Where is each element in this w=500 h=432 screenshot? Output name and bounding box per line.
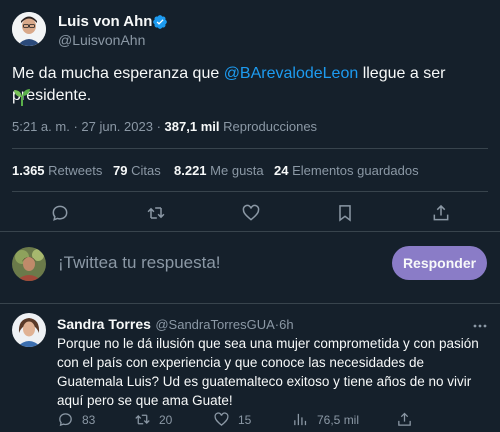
reply-retweets-count: 20 <box>159 412 173 427</box>
verified-badge-icon <box>152 14 168 30</box>
retweets-stat[interactable]: 1.365 Retweets <box>12 163 102 178</box>
reply-retweet-action[interactable]: 20 <box>134 411 172 428</box>
reply-author-name[interactable]: Sandra Torres <box>57 316 151 332</box>
divider <box>0 231 500 232</box>
reply-icon <box>59 413 72 427</box>
reply-views-action[interactable]: 76,5 mil <box>292 411 359 428</box>
views-label: Reproducciones <box>223 119 318 134</box>
reply-input[interactable]: ¡Twittea tu respuesta! <box>58 253 221 273</box>
share-icon <box>398 412 411 426</box>
author-name[interactable]: Luis von Ahn <box>58 13 152 30</box>
retweet-icon <box>135 414 150 425</box>
author-avatar[interactable] <box>12 12 46 46</box>
views-count: 387,1 mil <box>164 119 220 134</box>
likes-stat[interactable]: 8.221 Me gusta <box>174 163 264 178</box>
like-icon[interactable] <box>241 203 261 223</box>
retweet-icon[interactable] <box>146 203 166 223</box>
reply-like-action[interactable]: 15 <box>213 411 251 428</box>
likes-label: Me gusta <box>210 163 264 178</box>
reply-share-action[interactable] <box>396 411 413 428</box>
bookmark-icon[interactable] <box>335 203 355 223</box>
quotes-stat[interactable]: 79 Citas <box>113 163 161 178</box>
author-handle[interactable]: @LuisvonAhn <box>58 32 145 48</box>
bookmarks-count: 24 <box>274 163 289 178</box>
quotes-label: Citas <box>131 163 161 178</box>
tweet-date[interactable]: 27 jun. 2023 <box>81 119 153 134</box>
bookmarks-label: Elementos guardados <box>292 163 419 178</box>
share-icon[interactable] <box>431 203 451 223</box>
tweet-text-start: Me da mucha esperanza que <box>12 65 224 82</box>
quotes-count: 79 <box>113 163 128 178</box>
reply-icon[interactable] <box>50 203 70 223</box>
reply-header: Sandra Torres @SandraTorresGUA·6h <box>57 316 294 334</box>
likes-count: 8.221 <box>174 163 207 178</box>
reply-author-handle[interactable]: @SandraTorresGUA <box>155 317 274 332</box>
seedling-emoji <box>12 87 32 107</box>
meta-separator: · <box>156 119 165 134</box>
divider <box>0 303 500 304</box>
retweets-count: 1.365 <box>12 163 45 178</box>
divider <box>12 191 488 192</box>
mention-link[interactable]: @BArevalodeLeon <box>224 65 359 82</box>
tweet-text: Me da mucha esperanza que @BArevalodeLeo… <box>12 63 492 107</box>
reply-text: Porque no le dá ilusión que sea una muje… <box>57 336 479 408</box>
user-avatar[interactable] <box>12 247 46 281</box>
like-icon <box>214 412 229 426</box>
reply-likes-count: 15 <box>238 412 252 427</box>
tweet-meta: 5:21 a. m. · 27 jun. 2023 · 387,1 mil Re… <box>12 119 317 134</box>
reply-replies-count: 83 <box>82 412 96 427</box>
reply-button[interactable]: Responder <box>392 246 487 280</box>
bookmarks-stat[interactable]: 24 Elementos guardados <box>274 163 419 178</box>
reply-views-count: 76,5 mil <box>317 412 360 427</box>
reply-more-icon[interactable] <box>472 318 488 334</box>
retweets-label: Retweets <box>48 163 103 178</box>
tweet-time[interactable]: 5:21 a. m. <box>12 119 70 134</box>
divider <box>12 148 488 149</box>
reply-reply-action[interactable]: 83 <box>57 411 95 428</box>
reply-author-avatar[interactable] <box>12 313 46 347</box>
reply-time[interactable]: 6h <box>279 317 293 332</box>
views-icon <box>294 413 307 426</box>
